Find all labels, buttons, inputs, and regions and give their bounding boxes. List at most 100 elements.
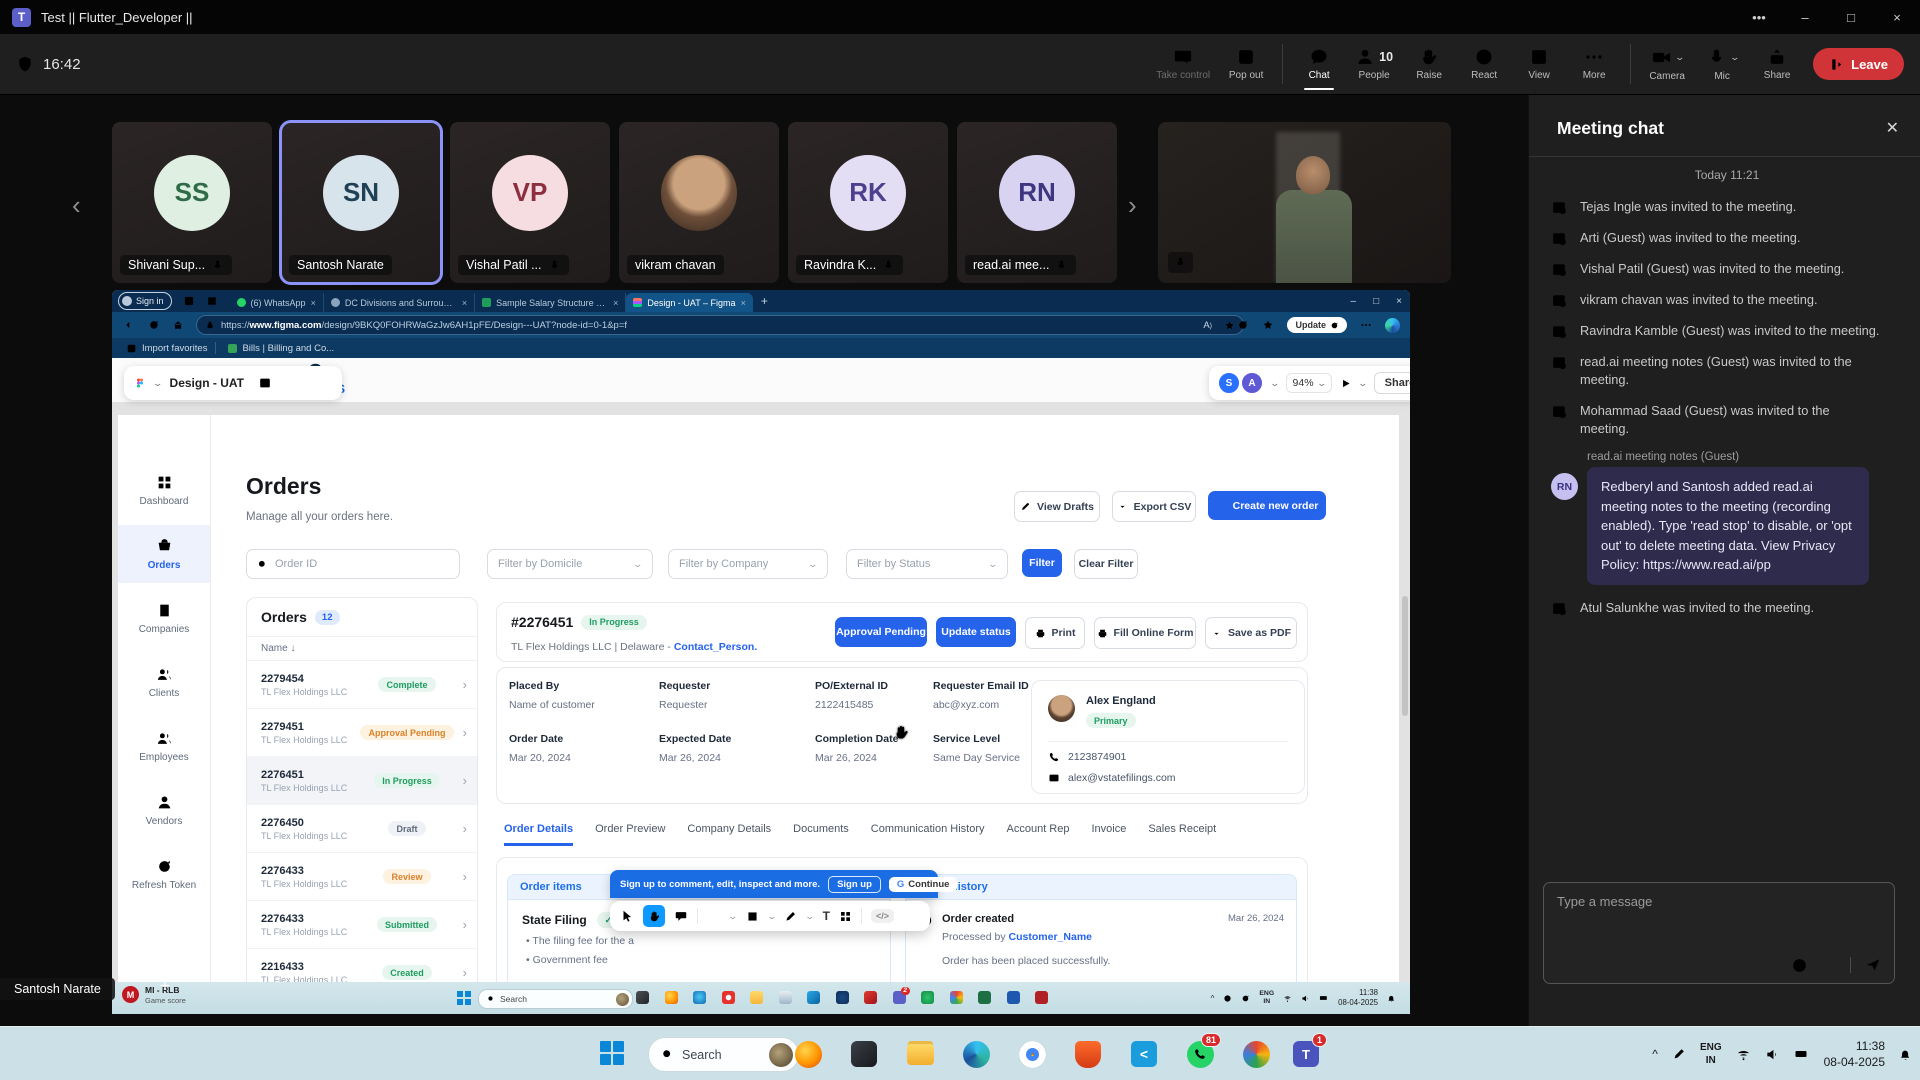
scrollbar-thumb[interactable] (1402, 596, 1408, 716)
chat-message-list[interactable]: Today 11:21 Tejas Ingle was invited to t… (1551, 168, 1903, 630)
sidebar-item-dashboard[interactable]: Dashboard (118, 461, 210, 519)
order-row[interactable]: 2276433 TL Flex Holdings LLC Submitted › (247, 901, 477, 949)
orders-column-header[interactable]: Name ↓ (247, 637, 477, 661)
presenter-app-icon[interactable] (864, 991, 877, 1004)
spotlight-tile[interactable] (1158, 122, 1451, 283)
minimize-button[interactable]: – (1782, 0, 1828, 34)
maximize-button[interactable]: □ (1828, 0, 1874, 34)
shape-tool-chevron-icon[interactable]: ⌄ (766, 911, 777, 922)
collaborator-avatar[interactable]: S (1217, 371, 1241, 395)
news-widget[interactable]: M MI - RLB Game score (122, 985, 186, 1005)
presenter-app-icon[interactable] (836, 991, 849, 1004)
order-row[interactable]: 2216433 TL Flex Holdings LLC Created › (247, 949, 477, 982)
language-indicator[interactable]: ENGIN (1700, 1041, 1722, 1067)
participant-tile[interactable]: VP Vishal Patil ... (450, 122, 610, 283)
detail-tab[interactable]: Documents (793, 823, 849, 846)
presenter-app-icon[interactable] (921, 991, 934, 1004)
sidebar-item-companies[interactable]: Companies (118, 589, 210, 647)
detail-tab[interactable]: Company Details (687, 823, 771, 846)
figma-share-button[interactable]: Share (1374, 372, 1410, 394)
move-tool-icon[interactable] (620, 909, 634, 923)
order-row[interactable]: 2279454 TL Flex Holdings LLC Complete › (247, 661, 477, 709)
new-tab-button[interactable]: + (761, 294, 768, 308)
filter-domicile-dropdown[interactable]: Filter by Domicile ⌄ (487, 549, 653, 579)
participant-tile[interactable]: SS Shivani Sup... (112, 122, 272, 283)
presenter-app-icon[interactable] (807, 991, 820, 1004)
edge-icon[interactable] (960, 1038, 992, 1070)
detail-tab[interactable]: Account Rep (1007, 823, 1070, 846)
filmstrip-prev-icon[interactable]: ‹ (72, 190, 81, 221)
clock[interactable]: 11:3808-04-2025 (1824, 1038, 1885, 1070)
mic-dropdown-icon[interactable]: ⌄ (1729, 52, 1740, 63)
camera-button[interactable]: ⌄ Camera (1648, 47, 1686, 82)
present-chevron-icon[interactable]: ⌄ (1358, 378, 1369, 389)
order-row[interactable]: 2276433 TL Flex Holdings LLC Review › (247, 853, 477, 901)
figma-logo-icon[interactable] (134, 375, 146, 391)
present-icon[interactable] (1339, 377, 1352, 390)
tab-close-icon[interactable]: × (311, 298, 316, 308)
browser-scrollbar[interactable] (1402, 358, 1408, 982)
tab-close-icon[interactable]: × (462, 298, 467, 308)
browser-profile-icon[interactable] (1240, 1038, 1272, 1070)
edge-profile-icon[interactable] (1385, 318, 1400, 333)
filter-status-dropdown[interactable]: Filter by Status ⌄ (846, 549, 1008, 579)
participant-tile[interactable]: RK Ravindra K... (788, 122, 948, 283)
browser-menu-icon[interactable] (1360, 319, 1372, 331)
send-icon[interactable] (1864, 956, 1882, 974)
bookmark-import-favorites[interactable]: Import favorites (126, 343, 207, 354)
mic-button[interactable]: ⌄ Mic (1703, 47, 1741, 82)
language-indicator[interactable]: ENGIN (1259, 990, 1274, 1007)
camera-dropdown-icon[interactable]: ⌄ (1674, 52, 1685, 63)
order-row[interactable]: 2279451 TL Flex Holdings LLC Approval Pe… (247, 709, 477, 757)
start-button[interactable] (457, 991, 471, 1005)
presenter-app-icon[interactable] (665, 991, 678, 1004)
detail-tab[interactable]: Communication History (871, 823, 985, 846)
contact-person-link[interactable]: Contact_Person. (674, 641, 757, 653)
wifi-icon[interactable] (1736, 1047, 1751, 1062)
browser-tab[interactable]: DC Divisions and Surroundings × (324, 293, 475, 312)
order-row[interactable]: 2276450 TL Flex Holdings LLC Draft › (247, 805, 477, 853)
sidebar-item-refresh-token[interactable]: Refresh Token (118, 845, 210, 903)
more-button[interactable]: More (1575, 47, 1613, 81)
chat-composer[interactable]: Type a message (1543, 882, 1895, 984)
detail-tab[interactable]: Order Preview (595, 823, 665, 846)
bookmark-bills[interactable]: Bills | Billing and Co... (228, 343, 334, 354)
brave-icon[interactable] (1072, 1038, 1104, 1070)
presenter-app-icon[interactable] (693, 991, 706, 1004)
tray-sync-icon[interactable] (1241, 994, 1250, 1003)
presenter-app-icon[interactable] (978, 991, 991, 1004)
presenter-app-icon[interactable] (636, 991, 649, 1004)
comment-tool-icon[interactable] (674, 909, 688, 923)
history-icon[interactable] (1237, 319, 1249, 331)
update-status-button[interactable]: Update status (936, 617, 1016, 647)
hand-tool-icon-active[interactable] (643, 905, 665, 927)
dark-app-icon[interactable] (848, 1038, 880, 1070)
whatsapp-icon[interactable]: 81 (1184, 1038, 1216, 1070)
workspaces-icon[interactable] (183, 295, 195, 307)
zoom-control[interactable]: 94% ⌄ (1286, 373, 1333, 393)
save-as-pdf-button[interactable]: Save as PDF (1205, 617, 1297, 649)
tray-expand-icon[interactable]: ^ (1211, 994, 1215, 1003)
favorite-star-icon[interactable] (1224, 320, 1235, 331)
browser-maximize-icon[interactable]: □ (1373, 296, 1379, 307)
raise-hand-button[interactable]: Raise (1410, 47, 1448, 81)
approval-pending-button[interactable]: Approval Pending (835, 617, 927, 647)
view-drafts-button[interactable]: View Drafts (1014, 491, 1100, 522)
detail-tab[interactable]: Sales Receipt (1148, 823, 1216, 846)
start-button[interactable] (600, 1041, 626, 1067)
presenter-app-icon[interactable] (722, 991, 735, 1004)
battery-icon[interactable] (1319, 993, 1329, 1003)
presenter-app-icon[interactable] (750, 991, 763, 1004)
close-button[interactable]: × (1874, 0, 1920, 34)
tab-close-icon[interactable]: × (741, 298, 746, 308)
presenter-app-icon[interactable] (950, 991, 963, 1004)
pen-tool-icon[interactable] (784, 910, 797, 923)
home-icon[interactable] (172, 319, 184, 331)
taskbar-search[interactable]: Search (648, 1037, 799, 1072)
dev-mode-icon[interactable]: </> (871, 909, 894, 923)
presenter-app-icon[interactable]: 2 (893, 991, 906, 1004)
browser-tab[interactable]: Design - UAT – Figma × (626, 293, 752, 312)
browser-tab[interactable]: (6) WhatsApp × (230, 293, 324, 312)
clock[interactable]: 11:3808-04-2025 (1338, 988, 1378, 1008)
filter-company-dropdown[interactable]: Filter by Company ⌄ (668, 549, 828, 579)
